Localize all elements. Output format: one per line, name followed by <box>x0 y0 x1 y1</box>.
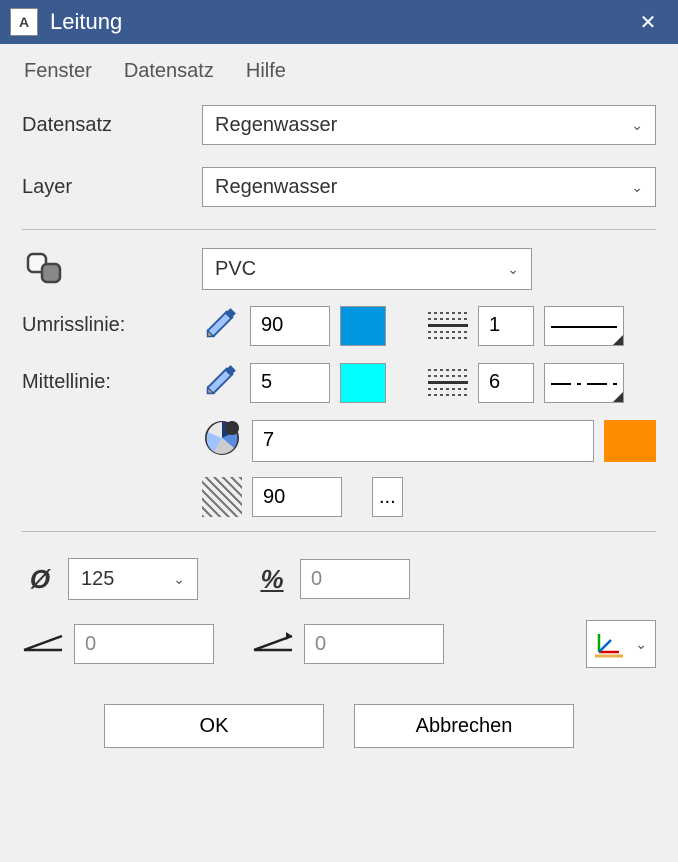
percent-icon: % <box>254 564 290 595</box>
datensatz-combobox[interactable]: Regenwasser ⌄ <box>202 105 656 145</box>
fill-color-swatch[interactable] <box>604 420 656 462</box>
row-fill-color <box>22 418 656 463</box>
close-icon[interactable]: ✕ <box>624 0 672 44</box>
menu-datensatz[interactable]: Datensatz <box>124 60 214 83</box>
hatch-icon <box>202 477 242 517</box>
material-combobox[interactable]: PVC ⌄ <box>202 248 532 290</box>
chevron-down-icon: ⌄ <box>635 636 647 653</box>
fill-color-index-input[interactable] <box>252 420 594 462</box>
umrisslinie-line-preview[interactable] <box>544 306 624 346</box>
line-style-icon <box>428 308 468 344</box>
mittellinie-line-preview[interactable] <box>544 363 624 403</box>
layer-value: Regenwasser <box>215 176 337 199</box>
pencil-icon <box>202 361 240 404</box>
diameter-value: 125 <box>81 568 114 591</box>
hatch-angle-input[interactable] <box>252 477 342 517</box>
footer-buttons: OK Abbrechen <box>22 688 656 768</box>
percent-input[interactable] <box>300 559 410 599</box>
separator <box>22 531 656 532</box>
chevron-down-icon: ⌄ <box>631 117 643 134</box>
row-layer: Layer Regenwasser ⌄ <box>22 167 656 207</box>
line-style-icon <box>428 365 468 401</box>
diameter-combobox[interactable]: 125 ⌄ <box>68 558 198 600</box>
menu-hilfe[interactable]: Hilfe <box>246 60 286 83</box>
chevron-down-icon: ⌄ <box>507 261 519 278</box>
separator <box>22 229 656 230</box>
row-material: PVC ⌄ <box>22 248 656 290</box>
cancel-button[interactable]: Abbrechen <box>354 704 574 748</box>
mittellinie-color-swatch[interactable] <box>340 363 386 403</box>
window-title: Leitung <box>50 9 122 35</box>
row-umrisslinie: Umrisslinie: <box>22 304 656 347</box>
app-icon: A <box>10 8 38 36</box>
chevron-down-icon: ⌄ <box>631 179 643 196</box>
axis-icon <box>595 630 623 658</box>
label-layer: Layer <box>22 176 202 199</box>
datensatz-value: Regenwasser <box>215 114 337 137</box>
label-mittellinie: Mittellinie: <box>22 371 202 394</box>
umrisslinie-line-index-input[interactable] <box>478 306 534 346</box>
slope-out-icon <box>252 627 294 662</box>
material-value: PVC <box>215 258 256 281</box>
label-datensatz: Datensatz <box>22 114 202 137</box>
pencil-icon <box>202 304 240 347</box>
color-wheel-icon <box>202 418 242 463</box>
menubar: Fenster Datensatz Hilfe <box>0 44 678 97</box>
slope-in-icon <box>22 627 64 662</box>
row-mittellinie: Mittellinie: <box>22 361 656 404</box>
ok-button[interactable]: OK <box>104 704 324 748</box>
chevron-down-icon: ⌄ <box>173 571 185 588</box>
axis-mode-dropdown[interactable]: ⌄ <box>586 620 656 668</box>
row-slopes: ⌄ <box>22 620 656 668</box>
umrisslinie-thickness-input[interactable] <box>250 306 330 346</box>
titlebar: A Leitung ✕ <box>0 0 678 44</box>
layer-combobox[interactable]: Regenwasser ⌄ <box>202 167 656 207</box>
menu-fenster[interactable]: Fenster <box>24 60 92 83</box>
row-datensatz: Datensatz Regenwasser ⌄ <box>22 105 656 145</box>
slope-out-input[interactable] <box>304 624 444 664</box>
umrisslinie-color-swatch[interactable] <box>340 306 386 346</box>
row-hatch: ... <box>22 477 656 517</box>
profile-shape-icon[interactable] <box>22 250 68 288</box>
diameter-icon: Ø <box>22 564 58 595</box>
mittellinie-line-index-input[interactable] <box>478 363 534 403</box>
hatch-more-button[interactable]: ... <box>372 477 403 517</box>
row-diameter-percent: Ø 125 ⌄ % <box>22 558 656 600</box>
slope-in-input[interactable] <box>74 624 214 664</box>
mittellinie-thickness-input[interactable] <box>250 363 330 403</box>
label-umrisslinie: Umrisslinie: <box>22 314 202 337</box>
